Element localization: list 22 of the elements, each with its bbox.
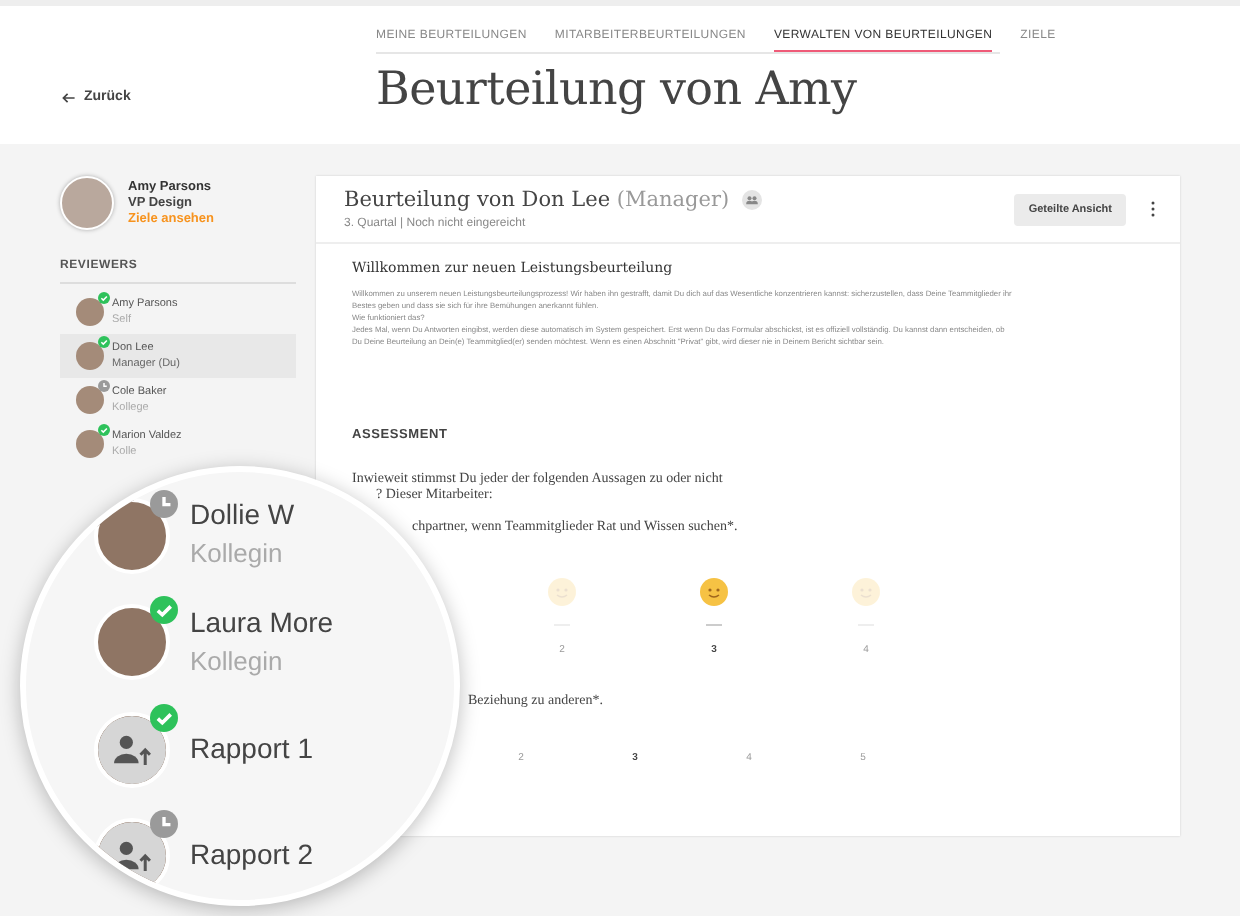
photo-placeholder [76,430,104,458]
reviewer-name: Rapport 2 [190,838,313,871]
smiley-icon [548,578,576,607]
back-arrow-icon [62,91,76,103]
card-title: Beurteilung von Don Lee (Manager) [344,188,730,212]
photo-placeholder [94,497,170,574]
people-icon [741,190,762,210]
reviewer-name: Laura More [190,605,334,638]
reviewer-role: Kollegin [190,538,285,569]
photo-placeholder [60,176,114,230]
photo-placeholder [76,386,104,414]
smiley-icon [700,578,728,607]
reviewer-name: Rapport 1 [190,731,313,764]
person-arrow-icon [94,711,170,788]
reviewer-name: Dollie W [190,498,295,531]
photo-placeholder [76,342,104,370]
smiley-icon [852,578,880,607]
reviewer-role: Kollegin [190,645,285,676]
photo-placeholder [94,604,170,681]
page-title: Beurteilung von Amy [376,64,857,116]
photo-placeholder [76,298,104,326]
more-icon[interactable] [1150,200,1156,218]
